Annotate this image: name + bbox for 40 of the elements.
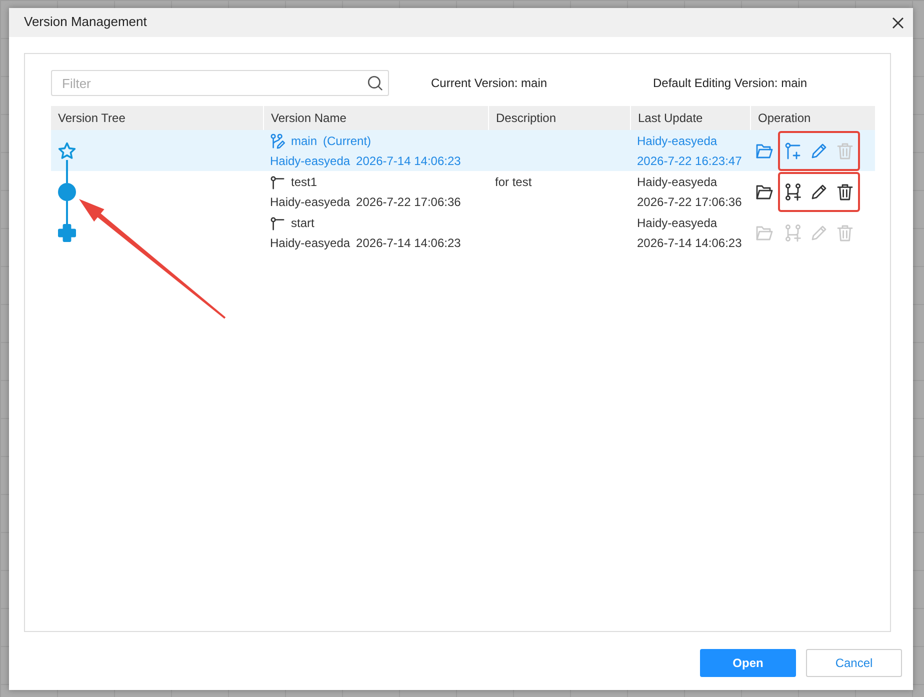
column-header: Version Tree	[57, 110, 126, 127]
pin-icon	[270, 174, 285, 190]
author-name: Haidy-easyeda	[270, 235, 350, 252]
version-info: Default Editing Version: main	[653, 74, 808, 92]
updated-time: 2026-7-22 17:06:36	[637, 194, 743, 211]
created-time: 2026-7-22 17:06:36	[356, 194, 461, 211]
updated-by: Haidy-easyeda	[637, 215, 718, 232]
search-icon[interactable]	[367, 75, 383, 91]
updated-by: Haidy-easyeda	[637, 133, 718, 150]
created-time: 2026-7-14 14:06:23	[356, 235, 461, 252]
author-name: Haidy-easyeda	[270, 194, 350, 211]
trash-icon[interactable]	[836, 182, 854, 200]
dialog-button[interactable]: Cancel	[806, 649, 902, 677]
tree-connector	[66, 200, 68, 224]
description-text: for test	[495, 174, 533, 191]
dialog-title: Version Management	[24, 13, 147, 32]
updated-time: 2026-7-14 14:06:23	[637, 235, 743, 252]
author-name: Haidy-easyeda	[270, 153, 350, 170]
updated-by: Haidy-easyeda	[637, 174, 718, 191]
dialog-button[interactable]: Open	[700, 649, 796, 677]
version-name: test1	[291, 174, 318, 191]
version-info: Current Version: main	[431, 74, 548, 92]
filter-field[interactable]: Filter	[51, 70, 389, 96]
close-icon	[892, 16, 904, 28]
table-row[interactable]: main (Current) Haidy-easyeda 2026-7-14 14:06:23 Haidy-easyeda 2026-7-22 16:23:47	[51, 130, 875, 171]
updated-time: 2026-7-22 16:23:47	[637, 153, 743, 170]
fork-plus-icon[interactable]	[784, 182, 802, 200]
star-icon	[58, 142, 76, 160]
folder-icon[interactable]	[755, 182, 773, 200]
plus-icon	[58, 224, 76, 242]
tree-connector	[66, 160, 68, 182]
branch-plus-icon[interactable]	[784, 142, 802, 160]
version-name: main	[291, 133, 318, 150]
pencil-icon[interactable]	[810, 182, 828, 200]
version-name: start	[291, 215, 314, 232]
version-tag: (Current)	[323, 131, 372, 151]
branch-edit-icon	[270, 132, 285, 150]
pin-icon	[270, 214, 285, 232]
dot-icon	[58, 182, 76, 200]
created-time: 2026-7-14 14:06:23	[356, 153, 461, 170]
